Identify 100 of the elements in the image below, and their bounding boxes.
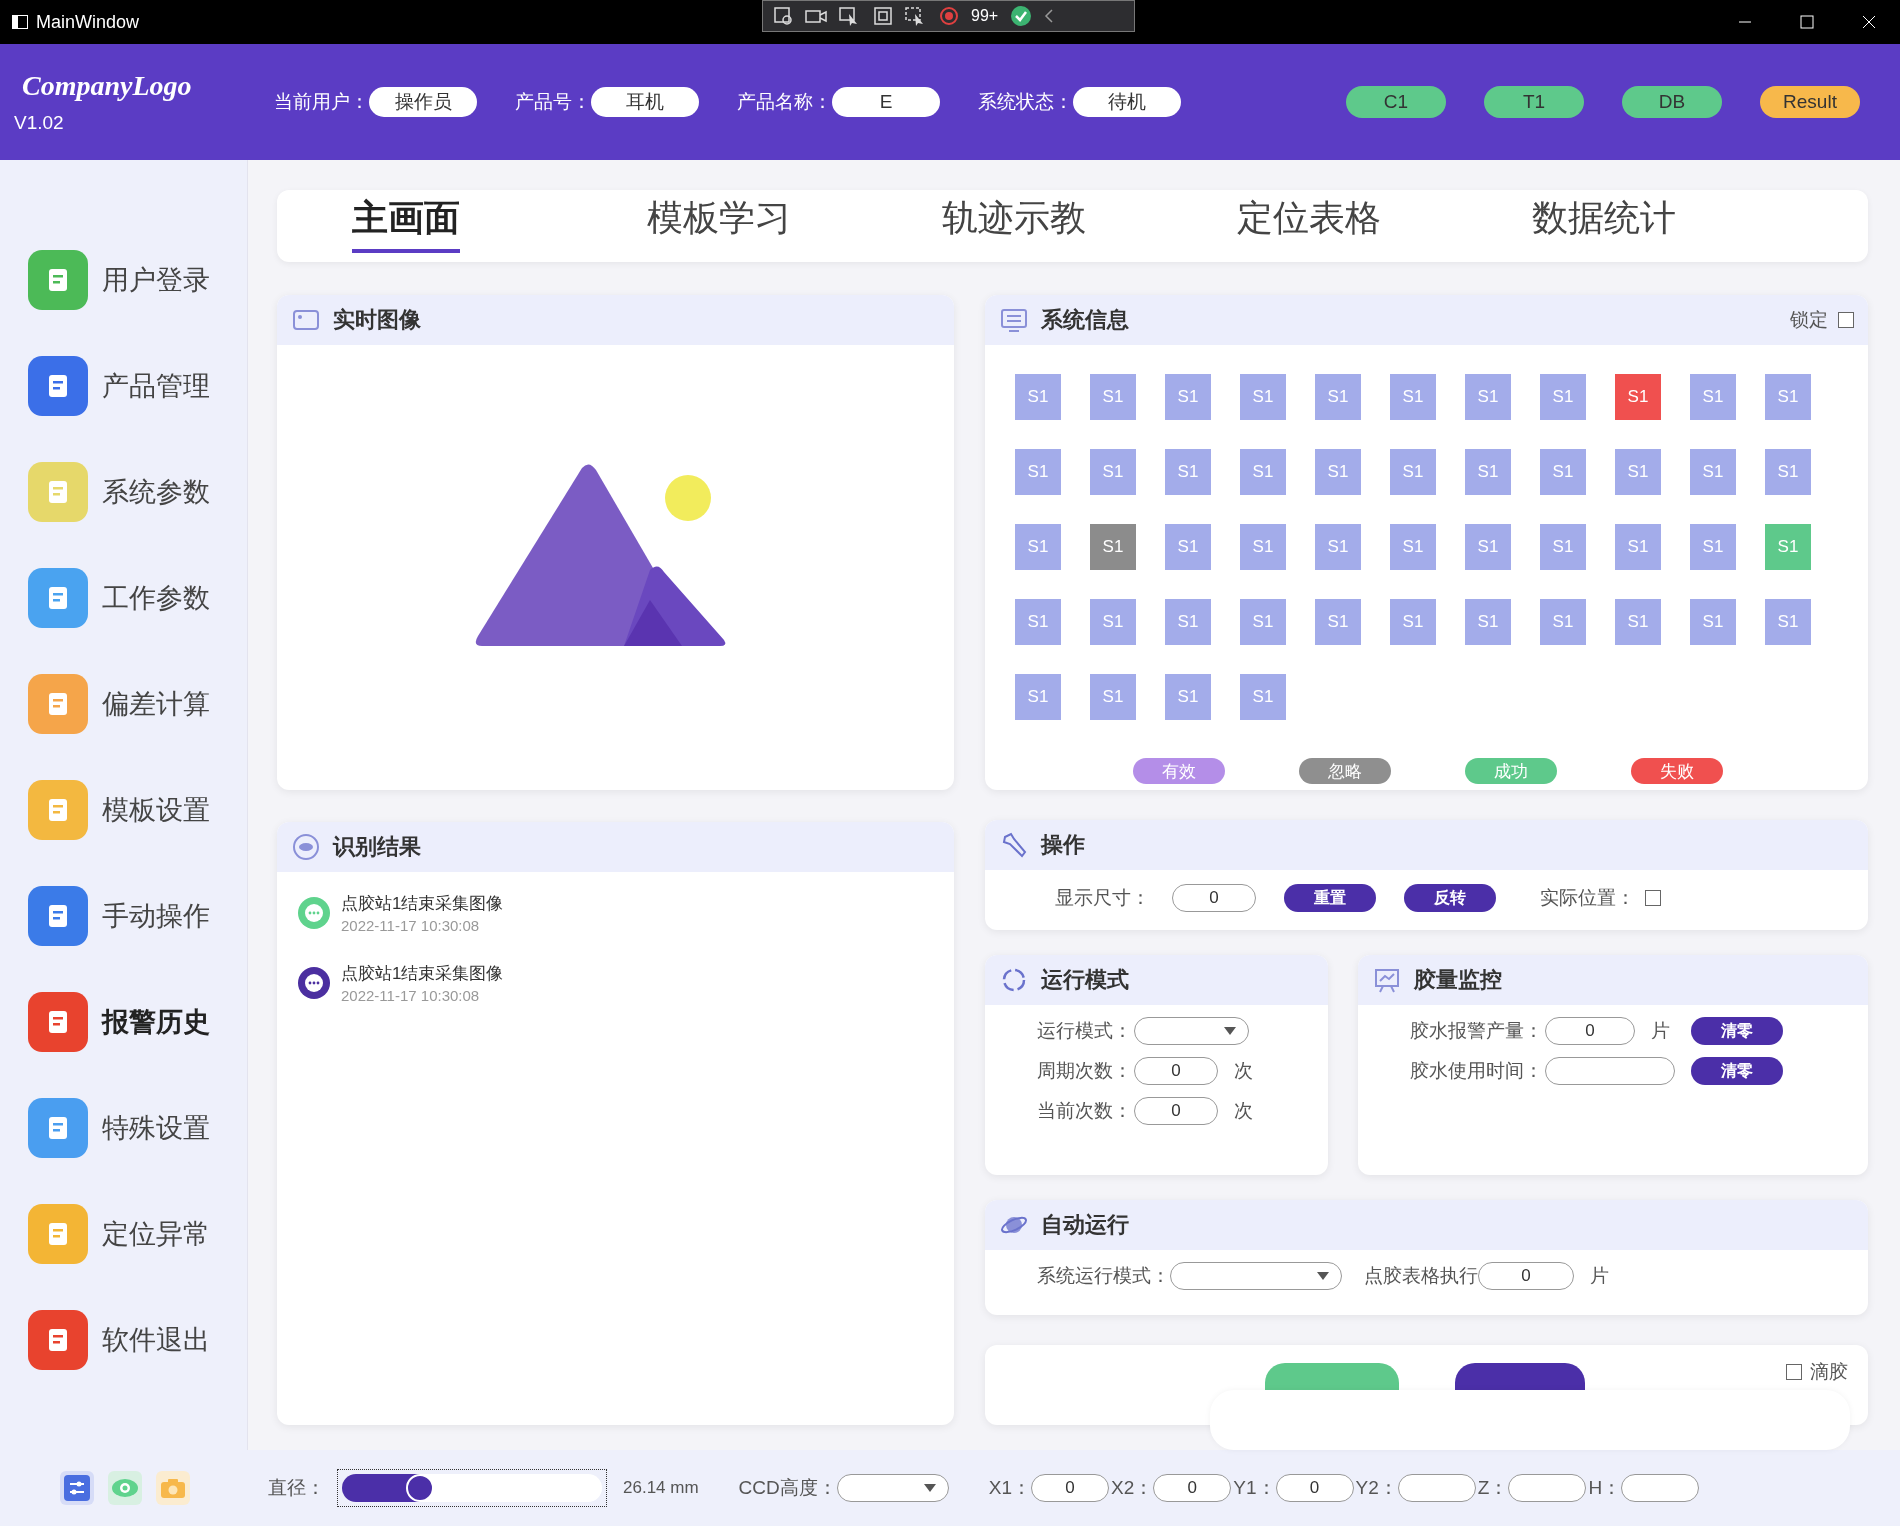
dropdown[interactable] xyxy=(1170,1262,1342,1290)
status-badge[interactable]: C1 xyxy=(1346,86,1446,118)
station-tile: S1 xyxy=(1465,374,1511,420)
unit-label: 次 xyxy=(1234,1099,1253,1123)
station-tile: S1 xyxy=(1765,524,1811,570)
sidebar-item[interactable]: 偏差计算 xyxy=(0,674,247,734)
input-field[interactable] xyxy=(1397,1474,1476,1502)
input-field[interactable]: 0 xyxy=(1134,1097,1218,1125)
sidebar-item[interactable]: 报警历史 xyxy=(0,992,247,1052)
sidebar-item[interactable]: 用户登录 xyxy=(0,250,247,310)
action-button[interactable] xyxy=(1455,1363,1585,1390)
station-tile: S1 xyxy=(1690,374,1736,420)
version-label: V1.02 xyxy=(14,112,65,134)
station-tile: S1 xyxy=(1090,524,1136,570)
station-tile: S1 xyxy=(1390,449,1436,495)
input-field[interactable]: 0 xyxy=(1134,1057,1218,1085)
station-tile: S1 xyxy=(1690,449,1736,495)
legend-tag: 忽略 xyxy=(1299,758,1391,784)
station-tile: S1 xyxy=(1390,599,1436,645)
notification-count: 99+ xyxy=(971,7,999,25)
select-icon[interactable] xyxy=(773,6,793,26)
station-tile: S1 xyxy=(1765,374,1811,420)
action-button[interactable]: 反转 xyxy=(1404,884,1496,912)
tab[interactable]: 模板学习 xyxy=(647,193,942,259)
station-tile: S1 xyxy=(1315,599,1361,645)
input-field[interactable]: 0 xyxy=(1153,1474,1232,1502)
input-field[interactable] xyxy=(1508,1474,1587,1502)
tab[interactable]: 主画面 xyxy=(352,193,647,259)
input-field[interactable]: 0 xyxy=(1545,1017,1635,1045)
chevron-left-icon[interactable] xyxy=(1044,8,1055,24)
field-label: 周期次数： xyxy=(1037,1059,1132,1083)
lock-checkbox[interactable] xyxy=(1838,312,1854,328)
station-tile: S1 xyxy=(1240,374,1286,420)
input-field[interactable]: 0 xyxy=(1275,1474,1354,1502)
diameter-slider[interactable] xyxy=(342,1474,602,1502)
sidebar-item[interactable]: 手动操作 xyxy=(0,886,247,946)
input-field[interactable] xyxy=(1545,1057,1675,1085)
sidebar-item[interactable]: 软件退出 xyxy=(0,1310,247,1370)
check-icon[interactable] xyxy=(1010,5,1033,27)
sliders-icon[interactable] xyxy=(60,1471,94,1505)
status-badge[interactable]: DB xyxy=(1622,86,1722,118)
input-field[interactable] xyxy=(1621,1474,1700,1502)
slider-thumb[interactable] xyxy=(406,1474,434,1502)
clear-button[interactable]: 清零 xyxy=(1691,1057,1783,1085)
station-tile: S1 xyxy=(1165,449,1211,495)
frame-icon[interactable] xyxy=(873,6,893,26)
field-label: 产品号： xyxy=(515,90,591,114)
unit-label: 片 xyxy=(1651,1019,1671,1043)
panel-title: 识别结果 xyxy=(333,833,421,861)
message-time: 2022-11-17 10:30:08 xyxy=(341,917,481,934)
station-tile: S1 xyxy=(1315,449,1361,495)
message-text: 点胶站1结束采集图像 xyxy=(341,893,504,915)
tab[interactable]: 数据统计 xyxy=(1532,193,1827,259)
input-field[interactable]: 0 xyxy=(1031,1474,1109,1502)
input-field[interactable]: 0 xyxy=(1478,1262,1574,1290)
status-badge[interactable]: T1 xyxy=(1484,86,1584,118)
station-tile: S1 xyxy=(1615,599,1661,645)
dropdown[interactable] xyxy=(1134,1017,1249,1045)
sidebar-item[interactable]: 特殊设置 xyxy=(0,1098,247,1158)
station-tile: S1 xyxy=(1090,374,1136,420)
field-label: X1： xyxy=(988,1476,1031,1500)
record-icon[interactable] xyxy=(939,6,959,26)
maximize-icon[interactable] xyxy=(1800,15,1814,29)
eye-icon xyxy=(291,832,321,862)
field-label: 系统运行模式： xyxy=(1037,1264,1170,1288)
field-label: 实际位置： xyxy=(1540,886,1635,910)
dropdown[interactable] xyxy=(836,1474,949,1502)
close-icon[interactable] xyxy=(1862,15,1876,29)
station-tile: S1 xyxy=(1615,524,1661,570)
station-tile: S1 xyxy=(1240,449,1286,495)
station-tile: S1 xyxy=(1465,524,1511,570)
sidebar-item[interactable]: 模板设置 xyxy=(0,780,247,840)
status-badge[interactable]: Result xyxy=(1760,86,1860,118)
sidebar-item[interactable]: 定位异常 xyxy=(0,1204,247,1264)
unit-label: 片 xyxy=(1590,1264,1609,1288)
sidebar-item[interactable]: 系统参数 xyxy=(0,462,247,522)
station-tile: S1 xyxy=(1015,374,1061,420)
field-label: 产品名称： xyxy=(737,90,832,114)
sidebar-item[interactable]: 工作参数 xyxy=(0,568,247,628)
station-tile: S1 xyxy=(1240,674,1286,720)
station-tile: S1 xyxy=(1540,374,1586,420)
checkbox-label: 滴胶 xyxy=(1810,1360,1848,1384)
station-tile: S1 xyxy=(1540,524,1586,570)
input-field[interactable]: 0 xyxy=(1172,884,1256,912)
slider-reading: 26.14 mm xyxy=(623,1478,699,1498)
tab[interactable]: 轨迹示教 xyxy=(942,193,1237,259)
action-button[interactable]: 重置 xyxy=(1284,884,1376,912)
checkbox[interactable] xyxy=(1786,1364,1802,1380)
station-tile: S1 xyxy=(1390,374,1436,420)
clear-button[interactable]: 清零 xyxy=(1691,1017,1783,1045)
field-label: 系统状态： xyxy=(978,90,1073,114)
tab[interactable]: 定位表格 xyxy=(1237,193,1532,259)
checkbox[interactable] xyxy=(1645,890,1661,906)
sidebar-item[interactable]: 产品管理 xyxy=(0,356,247,416)
panel-title: 运行模式 xyxy=(1041,966,1129,994)
unit-label: 次 xyxy=(1234,1059,1253,1083)
field-label: Y2： xyxy=(1355,1476,1398,1500)
field-label: Y1： xyxy=(1233,1476,1276,1500)
legend-tag: 失败 xyxy=(1631,758,1723,784)
field-label: 胶水使用时间： xyxy=(1410,1059,1543,1083)
